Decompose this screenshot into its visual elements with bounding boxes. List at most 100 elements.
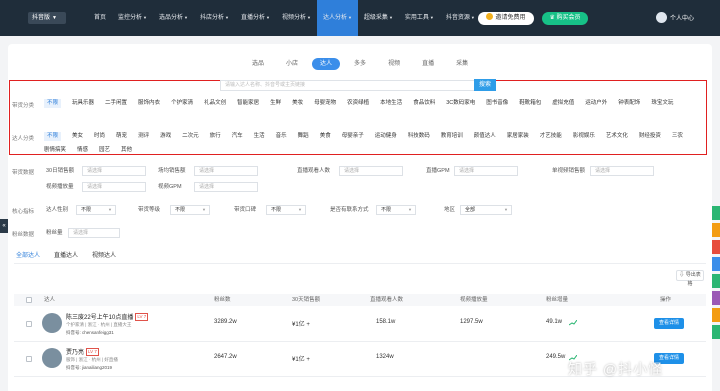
filter-select[interactable]: 全部 ▼ — [460, 205, 512, 215]
nav-item-8[interactable]: 实用工具▼ — [399, 0, 440, 36]
side-tab[interactable] — [712, 325, 720, 339]
category-chip[interactable]: 礼品文创 — [204, 99, 226, 108]
talent-category-chip[interactable]: 园艺 — [99, 146, 110, 155]
category-chip[interactable]: 食品饮料 — [413, 99, 435, 108]
filter-video-sales[interactable]: 场均销售额 请选择 — [158, 166, 258, 176]
subtab-2[interactable]: 视频达人 — [90, 250, 118, 264]
export-button[interactable]: ⇩ 导出表格 — [676, 270, 704, 287]
subtab-1[interactable]: 直播达人 — [52, 250, 80, 264]
col-video-plays[interactable]: 视频播放量 — [460, 294, 488, 306]
view-detail-button[interactable]: 查看详情 — [654, 318, 684, 329]
category-chip[interactable]: 3C数码家电 — [446, 99, 475, 108]
talent-category-chip[interactable]: 舞蹈 — [298, 132, 309, 141]
buy-membership-button[interactable]: ♛ 购买会员 — [542, 12, 588, 25]
talent-category-chip[interactable]: 二次元 — [182, 132, 199, 141]
category-chip[interactable]: 生鲜 — [270, 99, 281, 108]
category-chip[interactable]: 珠宝文玩 — [651, 99, 673, 108]
category-chip[interactable]: 钟表配饰 — [618, 99, 640, 108]
nav-item-3[interactable]: 抖店分析▼ — [194, 0, 235, 36]
search-button[interactable]: 搜索 — [474, 79, 496, 91]
talent-category-chip[interactable]: 萌宠 — [116, 132, 127, 141]
talent-category-chip[interactable]: 美食 — [320, 132, 331, 141]
tab-4[interactable]: 视频 — [380, 58, 408, 70]
talent-category-chip[interactable]: 母婴亲子 — [342, 132, 364, 141]
nav-item-5[interactable]: 视频分析▼ — [276, 0, 317, 36]
talent-category-chip[interactable]: 才艺技能 — [540, 132, 562, 141]
filter-video-gpm[interactable]: 视频GPM 请选择 — [158, 182, 258, 192]
filter-sales-30d[interactable]: 30日销售额 请选择 — [46, 166, 146, 176]
col-sales-30d[interactable]: 30天销售额 — [292, 294, 320, 306]
talent-category-chip[interactable]: 艺术文化 — [606, 132, 628, 141]
filter-goods-level[interactable]: 带货等级 不限 ▼ — [138, 205, 210, 215]
category-chip[interactable]: 农资绿植 — [347, 99, 369, 108]
tab-0[interactable]: 选品 — [244, 58, 272, 70]
talent-category-chip[interactable]: 游戏 — [160, 132, 171, 141]
talent-category-chip[interactable]: 剧情搞笑 — [44, 146, 66, 155]
filter-select[interactable]: 请选择 — [194, 182, 258, 192]
category-chip[interactable]: 虚拟充值 — [552, 99, 574, 108]
talent-category-chip[interactable]: 时尚 — [94, 132, 105, 141]
nav-item-7[interactable]: 超级采集▼ — [358, 0, 399, 36]
category-chip[interactable]: 智能家居 — [237, 99, 259, 108]
col-live-viewers[interactable]: 直播观看人数 — [370, 294, 403, 306]
filter-live-gpm[interactable]: 直播GPM 请选择 — [426, 166, 518, 176]
filter-unit-sales[interactable]: 单视频销售额 请选择 — [552, 166, 654, 176]
talent-category-chip[interactable]: 家居家装 — [507, 132, 529, 141]
talent-category-chip[interactable]: 汽车 — [232, 132, 243, 141]
row-checkbox[interactable] — [26, 321, 32, 327]
talent-category-chip[interactable]: 运动健身 — [375, 132, 397, 141]
talent-category-chip[interactable]: 三农 — [672, 132, 683, 141]
side-tab[interactable] — [712, 206, 720, 220]
talent-category-chip[interactable]: 其他 — [121, 146, 132, 155]
category-chip[interactable]: 不限 — [44, 99, 62, 108]
select-all-checkbox[interactable] — [26, 297, 32, 303]
search-input[interactable]: 请输入达人名称、抖音号或主页链接 — [220, 80, 480, 91]
filter-region[interactable]: 地区 全部 ▼ — [444, 205, 512, 215]
filter-select[interactable]: 请选择 — [82, 182, 146, 192]
talent-category-chip[interactable]: 测评 — [138, 132, 149, 141]
talent-category-chip[interactable]: 不限 — [44, 132, 62, 141]
side-tab[interactable] — [712, 291, 720, 305]
category-chip[interactable]: 运动户外 — [585, 99, 607, 108]
category-chip[interactable]: 玩具乐器 — [72, 99, 94, 108]
filter-select[interactable]: 请选择 — [339, 166, 403, 176]
talent-name[interactable]: 贾乃亮 LV 7 — [66, 347, 99, 356]
tab-5[interactable]: 直播 — [414, 58, 442, 70]
nav-item-2[interactable]: 选品分析▼ — [153, 0, 194, 36]
filter-select[interactable]: 请选择 — [454, 166, 518, 176]
side-tab[interactable] — [712, 240, 720, 254]
talent-category-chip[interactable]: 旅行 — [210, 132, 221, 141]
category-chip[interactable]: 个护家清 — [171, 99, 193, 108]
filter-select[interactable]: 不限 ▼ — [76, 205, 116, 215]
filter-select[interactable]: 请选择 — [194, 166, 258, 176]
nav-item-9[interactable]: 抖音资源▼ — [440, 0, 481, 36]
talent-category-chip[interactable]: 音乐 — [276, 132, 287, 141]
filter-select[interactable]: 不限 ▼ — [266, 205, 306, 215]
avatar[interactable] — [42, 313, 62, 333]
category-chip[interactable]: 二手闲置 — [105, 99, 127, 108]
side-tab[interactable] — [712, 274, 720, 288]
talent-category-chip[interactable]: 教育培训 — [441, 132, 463, 141]
filter-select[interactable]: 请选择 — [590, 166, 654, 176]
filter-contact[interactable]: 是否有联系方式 不限 ▼ — [330, 205, 416, 215]
invite-button[interactable]: 邀请免费用 — [478, 12, 534, 25]
category-chip[interactable]: 鞋靴箱包 — [519, 99, 541, 108]
tab-6[interactable]: 采集 — [448, 58, 476, 70]
talent-name[interactable]: 陈三废22号上午10点直播 LV 7 — [66, 312, 149, 321]
user-center[interactable]: 个人中心 — [656, 12, 694, 25]
platform-switcher[interactable]: 抖音版 ▼ — [28, 12, 66, 24]
filter-gender[interactable]: 达人性别 不限 ▼ — [46, 205, 116, 215]
talent-category-chip[interactable]: 颜值达人 — [474, 132, 496, 141]
table-row[interactable]: 陈三废22号上午10点直播 LV 7 个护家清 | 浙江 · 杭州 | 直播大王 抖音… — [14, 308, 706, 342]
col-fans-growth[interactable]: 粉丝增量 — [546, 294, 568, 306]
category-chip[interactable]: 母婴宠物 — [314, 99, 336, 108]
talent-category-chip[interactable]: 情感 — [77, 146, 88, 155]
filter-reputation[interactable]: 带货口碑 不限 ▼ — [234, 205, 306, 215]
nav-item-0[interactable]: 首页 — [88, 0, 112, 36]
nav-item-6[interactable]: 达人分析▼ — [316, 0, 358, 36]
side-tab[interactable] — [712, 223, 720, 237]
subtab-0[interactable]: 全部达人 — [14, 250, 43, 264]
filter-fans[interactable]: 粉丝量 请选择 — [46, 228, 120, 238]
talent-category-chip[interactable]: 财经投资 — [639, 132, 661, 141]
tab-2[interactable]: 达人 — [312, 58, 341, 70]
